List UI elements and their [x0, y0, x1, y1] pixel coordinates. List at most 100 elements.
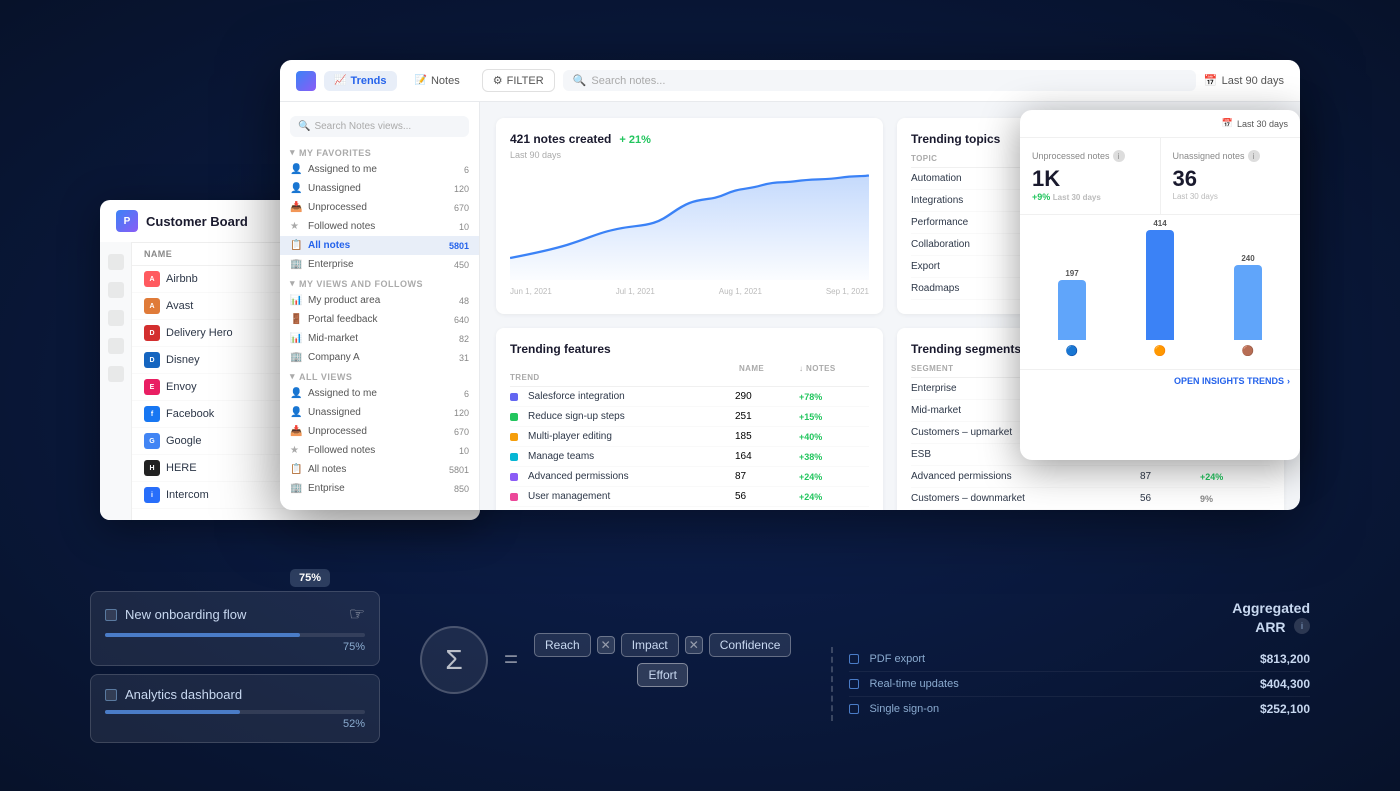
arr-checkbox-2[interactable]: [849, 679, 859, 689]
sidebar-search-icon: 🔍: [298, 121, 310, 132]
tab-trends[interactable]: 📈 Trends: [324, 71, 397, 91]
arr-row-3: Single sign-on $252,100: [849, 697, 1310, 721]
cb-nav-icon-1[interactable]: [108, 254, 124, 270]
arr-checkbox-3[interactable]: [849, 704, 859, 714]
tag-impact[interactable]: Impact: [621, 633, 679, 657]
tab-notes-label: Notes: [431, 75, 460, 87]
progress-fill-2: [105, 710, 240, 714]
notes-count: 421 notes created: [510, 132, 611, 146]
progress-label-2: Analytics dashboard: [125, 687, 242, 702]
arr-feature-2: Real-time updates: [869, 678, 1250, 690]
calendar-icon-2: 📅: [1222, 118, 1233, 129]
search-input[interactable]: 🔍 Search notes...: [563, 70, 1196, 91]
sidebar-item-product-area[interactable]: 📊 My product area 48: [280, 291, 479, 310]
cb-nav-icon-5[interactable]: [108, 366, 124, 382]
sidebar-section-favorites: ▾ MY FAVORITES: [280, 143, 479, 160]
portal-icon: 🚪: [290, 314, 302, 325]
search-icon: 🔍: [573, 74, 587, 87]
arr-row-2: Real-time updates $404,300: [849, 672, 1310, 697]
segment-row[interactable]: Advanced permissions87+24%: [911, 466, 1270, 488]
tag-confidence[interactable]: Confidence: [709, 633, 792, 657]
sidebar-item-all-unprocessed[interactable]: 📥 Unprocessed 670: [280, 422, 479, 441]
filter-button[interactable]: ⚙ FILTER: [482, 69, 555, 92]
user-icon: 👤: [290, 164, 302, 175]
market-icon: 📊: [290, 333, 302, 344]
all-user-icon: 👤: [290, 388, 302, 399]
all-notes-icon: 📋: [290, 464, 302, 475]
notes-stat: 421 notes created + 21%: [510, 132, 869, 150]
multiply-2: ✕: [685, 636, 703, 654]
progress-percent-2: 52%: [105, 718, 365, 730]
sidebar-item-enterprise[interactable]: 🏢 Enterprise 450: [280, 255, 479, 274]
sidebar-item-unassigned[interactable]: 👤 Unassigned 120: [280, 179, 479, 198]
cursor-icon: ☞: [349, 604, 365, 625]
sidebar-item-unprocessed[interactable]: 📥 Unprocessed 670: [280, 198, 479, 217]
chevron-down-icon-3: ▾: [290, 371, 295, 382]
notes-list-icon: 📋: [290, 240, 302, 251]
cb-nav-icon-4[interactable]: [108, 338, 124, 354]
feature-row[interactable]: Advanced permissions87+24%: [510, 467, 869, 487]
formula-top-row: Reach ✕ Impact ✕ Confidence: [534, 633, 791, 657]
open-insights-button[interactable]: OPEN INSIGHTS TRENDS ›: [1174, 376, 1290, 386]
sidebar-item-allnotes[interactable]: 📋 All notes 5801: [280, 236, 479, 255]
area-icon: 📊: [290, 295, 302, 306]
unassigned-label: Unassigned notes i: [1173, 150, 1289, 162]
tag-reach[interactable]: Reach: [534, 633, 591, 657]
screenshots-area: P Customer Board BY COMPANY NAME # OF NO…: [100, 60, 1300, 550]
checkbox-2[interactable]: [105, 689, 117, 701]
rp-footer: OPEN INSIGHTS TRENDS ›: [1020, 369, 1300, 392]
cb-nav-icon-3[interactable]: [108, 310, 124, 326]
sidebar-item-all-assigned[interactable]: 👤 Assigned to me 6: [280, 384, 479, 403]
progress-tooltip: 75%: [290, 569, 330, 587]
rp-header: 📅 Last 30 days: [1020, 110, 1300, 138]
sidebar-item-all-notes[interactable]: 📋 All notes 5801: [280, 460, 479, 479]
info-icon-2: i: [1248, 150, 1260, 162]
feature-row[interactable]: Multi-player editing185+40%: [510, 427, 869, 447]
unprocessed-value: 1K: [1032, 166, 1148, 192]
multiply-1: ✕: [597, 636, 615, 654]
unassigned-notes-stat: Unassigned notes i 36 Last 30 days: [1161, 138, 1301, 214]
chevron-down-icon: ▾: [290, 147, 295, 158]
sidebar-item-followed[interactable]: ★ Followed notes 10: [280, 217, 479, 236]
bar-1: [1058, 280, 1086, 340]
sidebar-item-entprise[interactable]: 🏢 Entprise 850: [280, 479, 479, 498]
features-table-header: NAME ↓ NOTES TREND: [510, 360, 869, 387]
search-placeholder: Search notes...: [591, 75, 665, 87]
app-logo: [296, 71, 316, 91]
notes-chart: Jun 1, 2021Jul 1, 2021Aug 1, 2021Sep 1, …: [510, 170, 869, 280]
feature-row[interactable]: Salesforce integration290+78%: [510, 387, 869, 407]
company-icon: 🏢: [290, 352, 302, 363]
feature-row[interactable]: Manage teams164+38%: [510, 447, 869, 467]
notes-icon: 📝: [415, 75, 427, 86]
sidebar-section-views: ▾ MY VIEWS AND FOLLOWS: [280, 274, 479, 291]
date-range[interactable]: 📅 Last 90 days: [1204, 74, 1284, 87]
sidebar-item-portal[interactable]: 🚪 Portal feedback 640: [280, 310, 479, 329]
segment-row[interactable]: Customers – downmarket569%: [911, 488, 1270, 510]
bar-group-1: 197 🔵: [1032, 269, 1112, 357]
sidebar-item-midmarket[interactable]: 📊 Mid-market 82: [280, 329, 479, 348]
progress-card-2[interactable]: Analytics dashboard 52%: [90, 674, 380, 743]
all-inbox-icon: 📥: [290, 426, 302, 437]
cb-nav-icon-2[interactable]: [108, 282, 124, 298]
arr-checkbox-1[interactable]: [849, 654, 859, 664]
checkbox-1[interactable]: [105, 609, 117, 621]
sidebar-section-all-views: ▾ ALL VIEWS: [280, 367, 479, 384]
filter-icon: ⚙: [493, 74, 503, 87]
tab-notes[interactable]: 📝 Notes: [405, 71, 470, 91]
arr-info-icon: i: [1294, 618, 1310, 634]
sidebar-search[interactable]: 🔍 Search Notes views...: [290, 116, 469, 137]
unprocessed-label: Unprocessed notes i: [1032, 150, 1148, 162]
trends-icon: 📈: [334, 75, 346, 86]
tag-effort[interactable]: Effort: [637, 663, 687, 687]
sidebar-item-assigned[interactable]: 👤 Assigned to me 6: [280, 160, 479, 179]
unassigned-period: Last 30 days: [1173, 192, 1289, 201]
feature-row[interactable]: User management56+24%: [510, 487, 869, 507]
sidebar-item-all-followed[interactable]: ★ Followed notes 10: [280, 441, 479, 460]
sidebar-item-company-a[interactable]: 🏢 Company A 31: [280, 348, 479, 367]
feature-row[interactable]: Reduce sign-up steps251+15%: [510, 407, 869, 427]
progress-card-1[interactable]: New onboarding flow ☞ 75%: [90, 591, 380, 666]
sidebar-item-all-unassigned[interactable]: 👤 Unassigned 120: [280, 403, 479, 422]
trending-features-card: Trending features NAME ↓ NOTES TREND Sal…: [496, 328, 883, 510]
notes-created-card: 421 notes created + 21% Last 90 days: [496, 118, 883, 314]
progress-bar-1: [105, 633, 365, 637]
